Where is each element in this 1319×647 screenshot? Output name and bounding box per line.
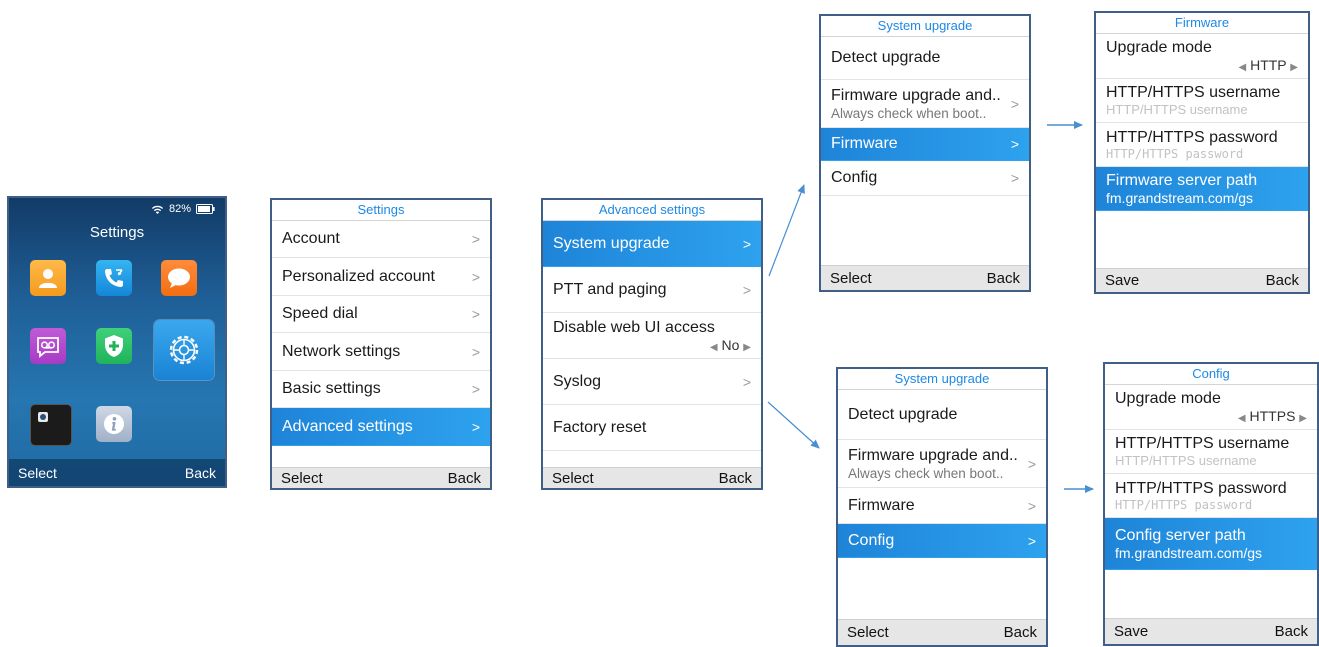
flow-arrows <box>767 121 1094 493</box>
arrow-to-system-upgrade-top <box>768 184 805 277</box>
arrow-to-system-upgrade-bottom <box>767 401 820 449</box>
